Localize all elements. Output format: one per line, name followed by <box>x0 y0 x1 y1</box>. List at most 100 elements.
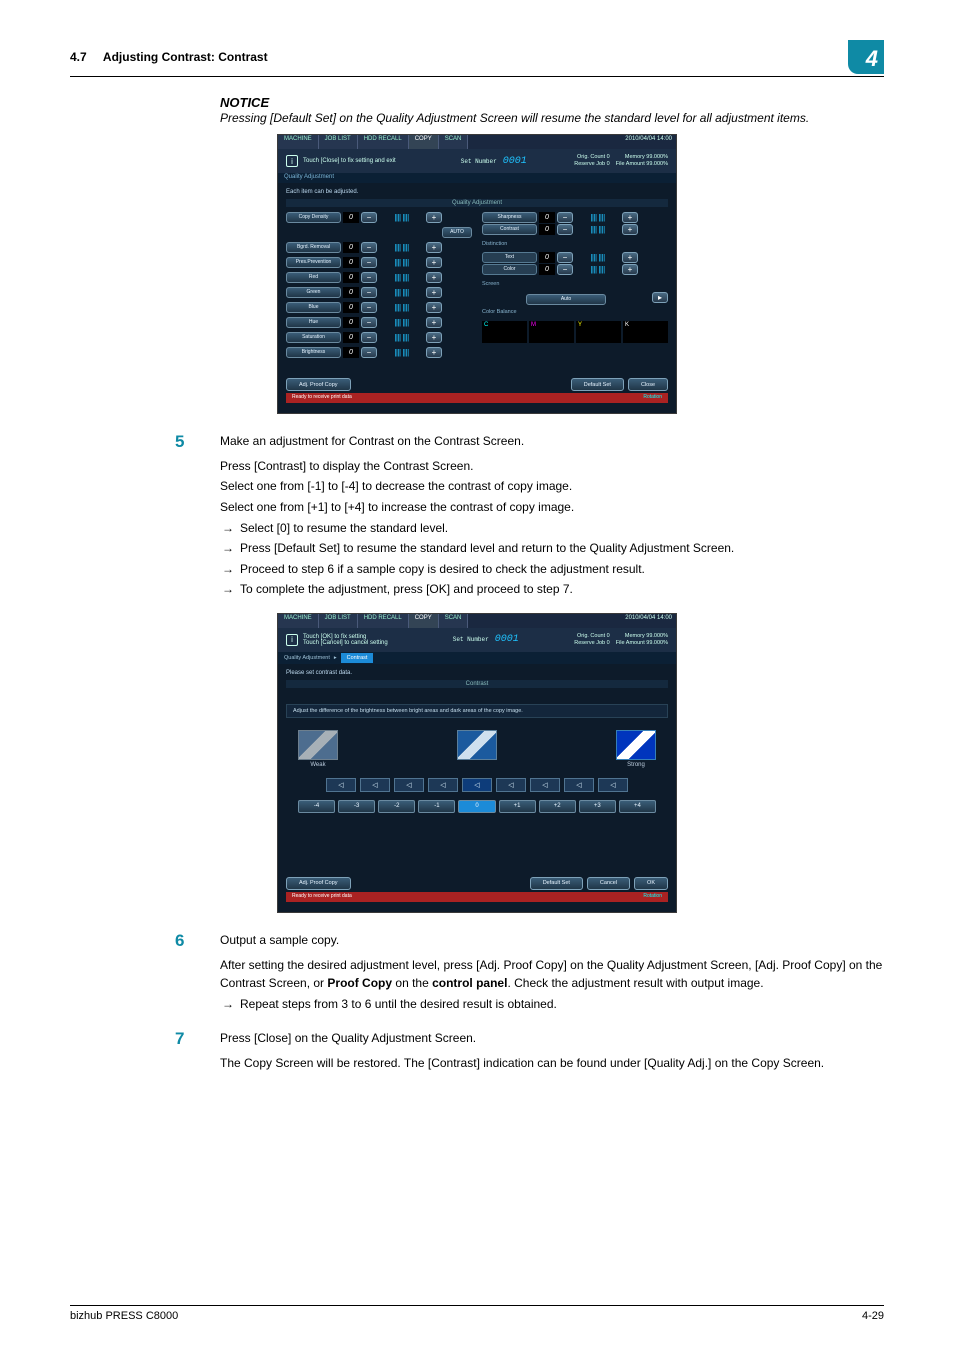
contrast-level-button[interactable]: +3 <box>579 800 616 813</box>
cmyk-k-button[interactable]: K <box>623 321 668 343</box>
tab-hddrecall[interactable]: HDD RECALL <box>358 135 409 149</box>
breadcrumb-root[interactable]: Quality Adjustment <box>284 655 330 661</box>
tab-scan[interactable]: SCAN <box>439 614 469 628</box>
tab-joblist[interactable]: JOB LIST <box>319 614 358 628</box>
screen-bar: Quality Adjustment <box>278 173 676 183</box>
minus-button[interactable]: − <box>557 224 573 235</box>
plus-button[interactable]: + <box>622 264 638 275</box>
default-set-button[interactable]: Default Set <box>571 378 624 391</box>
step-5-p1: Press [Contrast] to display the Contrast… <box>220 457 884 476</box>
breadcrumb-sep-icon: ▸ <box>334 655 337 661</box>
contrast-level-button[interactable]: -3 <box>338 800 375 813</box>
step-5-bullet-4: To complete the adjustment, press [OK] a… <box>220 580 884 599</box>
tab-machine[interactable]: MACHINE <box>278 614 319 628</box>
ticks-icon: |||| |||| <box>575 224 620 235</box>
contrast-level-button[interactable]: -2 <box>378 800 415 813</box>
adjust-item-button[interactable]: Contrast <box>482 224 537 235</box>
adjust-item-button[interactable]: Blue <box>286 302 341 313</box>
adjust-item-button[interactable]: Green <box>286 287 341 298</box>
datetime-label: 2010/04/04 14:00 <box>621 135 676 149</box>
adjust-item-button[interactable]: Hue <box>286 317 341 328</box>
ticks-icon: |||| |||| <box>575 252 620 263</box>
plus-button[interactable]: + <box>426 257 442 268</box>
header-divider <box>70 76 884 77</box>
tab-copy[interactable]: COPY <box>409 614 439 628</box>
adjust-value: 0 <box>539 252 555 263</box>
contrast-level-button[interactable]: +1 <box>499 800 536 813</box>
adj-proof-copy-button[interactable]: Adj. Proof Copy <box>286 378 351 391</box>
plus-button[interactable]: + <box>426 272 442 283</box>
default-set-button[interactable]: Default Set <box>530 877 583 890</box>
minus-button[interactable]: − <box>557 264 573 275</box>
screen-heading: Screen <box>482 281 668 287</box>
status-text: Ready to receive print data <box>292 394 352 402</box>
tab-hddrecall[interactable]: HDD RECALL <box>358 614 409 628</box>
step-5-number: 5 <box>70 432 220 605</box>
minus-button[interactable]: − <box>361 257 377 268</box>
plus-button[interactable]: + <box>622 212 638 223</box>
tab-scan[interactable]: SCAN <box>439 135 469 149</box>
breadcrumb-contrast[interactable]: Contrast <box>341 653 374 663</box>
cmyk-m-button[interactable]: M <box>529 321 574 343</box>
minus-button[interactable]: − <box>361 272 377 283</box>
step-5-p2: Select one from [-1] to [-4] to decrease… <box>220 477 884 496</box>
contrast-level-button[interactable]: -1 <box>418 800 455 813</box>
plus-button[interactable]: + <box>426 317 442 328</box>
cmyk-y-button[interactable]: Y <box>576 321 621 343</box>
contrast-level-button[interactable]: -4 <box>298 800 335 813</box>
arrow-center-icon: ◁ <box>462 778 492 792</box>
plus-button[interactable]: + <box>426 212 442 223</box>
meta-reserve-job: Reserve Job 0 <box>574 161 609 168</box>
minus-button[interactable]: − <box>361 242 377 253</box>
minus-button[interactable]: − <box>557 252 573 263</box>
plus-button[interactable]: + <box>622 252 638 263</box>
minus-button[interactable]: − <box>361 332 377 343</box>
plus-button[interactable]: + <box>622 224 638 235</box>
cancel-button[interactable]: Cancel <box>587 877 630 890</box>
tab-joblist[interactable]: JOB LIST <box>319 135 358 149</box>
minus-button[interactable]: − <box>361 317 377 328</box>
contrast-level-button[interactable]: 0 <box>458 800 495 813</box>
adjust-item-button[interactable]: Pres.Prevention <box>286 257 341 268</box>
notice-title: NOTICE <box>220 95 884 110</box>
adj-proof-copy-button[interactable]: Adj. Proof Copy <box>286 877 351 890</box>
tab-machine[interactable]: MACHINE <box>278 135 319 149</box>
minus-button[interactable]: − <box>361 212 377 223</box>
minus-button[interactable]: − <box>361 302 377 313</box>
plus-button[interactable]: + <box>426 347 442 358</box>
adjust-value: 0 <box>539 212 555 223</box>
contrast-level-button[interactable]: +4 <box>619 800 656 813</box>
meta-reserve-job: Reserve Job 0 <box>574 640 609 647</box>
adjust-item-button[interactable]: Saturation <box>286 332 341 343</box>
minus-button[interactable]: − <box>361 287 377 298</box>
adjust-value: 0 <box>343 332 359 343</box>
adjust-item-button[interactable]: Sharpness <box>482 212 537 223</box>
step-6-p1-b: Proof Copy <box>327 976 392 990</box>
auto-density-button[interactable]: AUTO <box>442 227 472 238</box>
adjust-item-button[interactable]: Color <box>482 264 537 275</box>
plus-button[interactable]: + <box>426 332 442 343</box>
cmyk-c-button[interactable]: C <box>482 321 527 343</box>
plus-button[interactable]: + <box>426 242 442 253</box>
adjust-item-button[interactable]: Bgrd. Removal <box>286 242 341 253</box>
step-7-number: 7 <box>70 1029 220 1074</box>
hint-l2: Touch [Cancel] to cancel setting <box>303 640 388 646</box>
adjust-item-button[interactable]: Text <box>482 252 537 263</box>
adjust-item-button[interactable]: Red <box>286 272 341 283</box>
meta-memory: Memory 99.000% <box>616 633 668 640</box>
minus-button[interactable]: − <box>361 347 377 358</box>
plus-button[interactable]: + <box>426 287 442 298</box>
sub-hint: Each item can be adjusted. <box>286 189 668 195</box>
plus-button[interactable]: + <box>426 302 442 313</box>
ok-button[interactable]: OK <box>634 877 668 890</box>
step-5-bullet-1: Select [0] to resume the standard level. <box>220 519 884 538</box>
contrast-level-button[interactable]: +2 <box>539 800 576 813</box>
minus-button[interactable]: − <box>557 212 573 223</box>
auto-arrow-button[interactable]: ▸ <box>652 292 668 303</box>
tab-copy[interactable]: COPY <box>409 135 439 149</box>
ticks-icon: |||| |||| <box>379 272 424 283</box>
close-button[interactable]: Close <box>628 378 668 391</box>
auto-button[interactable]: Auto <box>526 294 606 305</box>
adjust-item-button[interactable]: Copy Density <box>286 212 341 223</box>
adjust-item-button[interactable]: Brightness <box>286 347 341 358</box>
